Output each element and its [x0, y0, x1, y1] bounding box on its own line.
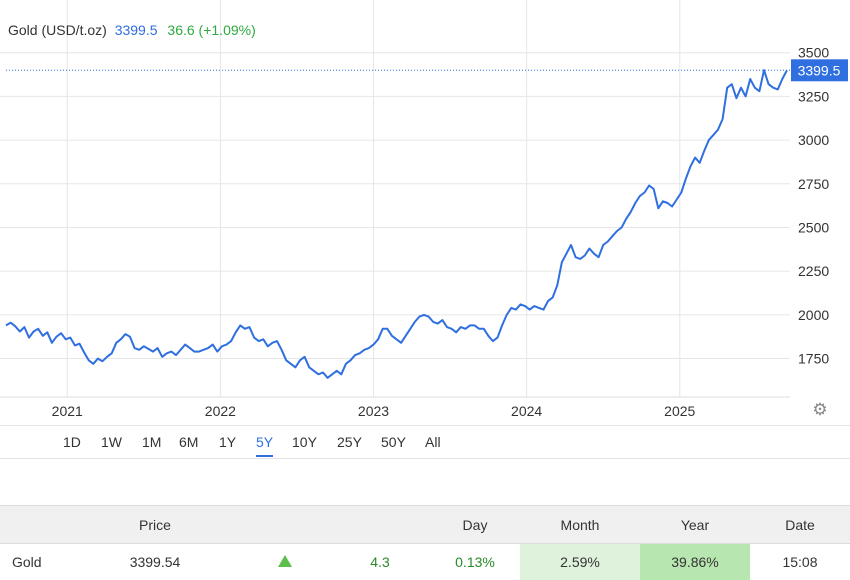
y-tick-label: 2250 — [798, 263, 829, 279]
header-price: Price — [70, 505, 240, 544]
table-row[interactable]: Gold 3399.54 4.3 0.13% 2.59% 39.86% 15:0… — [0, 543, 850, 580]
y-tick-label: 3500 — [798, 45, 829, 61]
range-1m[interactable]: 1M — [142, 434, 161, 455]
x-tick-label: 2024 — [511, 403, 542, 419]
last-price-badge: 3399.5 — [791, 59, 848, 82]
x-tick-label: 2022 — [205, 403, 236, 419]
table-header-row: Price Day Month Year Date — [0, 505, 850, 544]
last-price-badge-text: 3399.5 — [798, 62, 841, 78]
header-day: Day — [430, 505, 520, 544]
row-month: 2.59% — [520, 543, 640, 580]
gear-icon[interactable]: ⚙ — [810, 400, 830, 420]
range-10y[interactable]: 10Y — [292, 434, 317, 455]
price-chart: 1750 2000 2250 2500 2750 3000 3250 3500 2021 202… — [0, 0, 848, 419]
x-tick-label: 2025 — [664, 403, 695, 419]
row-price: 3399.54 — [70, 543, 240, 580]
x-tick-label: 2021 — [52, 403, 83, 419]
legend-change: 36.6 (+1.09%) — [167, 22, 256, 38]
row-day: 0.13% — [430, 543, 520, 580]
y-tick-label: 3250 — [798, 88, 829, 104]
legend-price: 3399.5 — [114, 22, 158, 38]
range-6m[interactable]: 6M — [179, 434, 198, 455]
header-change — [330, 505, 430, 544]
range-selector: 1D 1W 1M 6M 1Y 5Y 10Y 25Y 50Y All — [0, 425, 850, 459]
row-date: 15:08 — [750, 543, 850, 580]
up-arrow-icon — [278, 554, 292, 567]
price-series-line — [5, 69, 788, 379]
range-5y[interactable]: 5Y — [256, 434, 274, 457]
y-tick-label: 1750 — [798, 351, 829, 367]
header-date: Date — [750, 505, 850, 544]
x-tick-label: 2023 — [358, 403, 389, 419]
row-name[interactable]: Gold — [0, 543, 70, 580]
row-indicator — [240, 543, 330, 580]
y-tick-label: 2750 — [798, 176, 829, 192]
header-indicator — [240, 505, 330, 544]
y-tick-label: 3000 — [798, 132, 829, 148]
y-tick-label: 2500 — [798, 219, 829, 235]
legend-name: Gold (USD/t.oz) — [8, 22, 107, 38]
quote-table-wrap: Price Day Month Year Date Gold 3399.54 4… — [0, 505, 850, 580]
range-1y[interactable]: 1Y — [219, 434, 236, 455]
range-all[interactable]: All — [425, 434, 441, 455]
range-25y[interactable]: 25Y — [337, 434, 362, 455]
row-change: 4.3 — [330, 543, 430, 580]
header-month: Month — [520, 505, 640, 544]
header-name — [0, 505, 70, 544]
range-1d[interactable]: 1D — [63, 434, 81, 455]
header-year: Year — [640, 505, 750, 544]
row-year: 39.86% — [640, 543, 750, 580]
range-1w[interactable]: 1W — [101, 434, 122, 455]
y-tick-label: 2000 — [798, 307, 829, 323]
chart-area: 1750 2000 2250 2500 2750 3000 3250 3500 2021 202… — [0, 0, 850, 425]
chart-legend: Gold (USD/t.oz) 3399.5 36.6 (+1.09%) — [8, 22, 256, 38]
quote-table: Price Day Month Year Date Gold 3399.54 4… — [0, 505, 850, 580]
range-50y[interactable]: 50Y — [381, 434, 406, 455]
